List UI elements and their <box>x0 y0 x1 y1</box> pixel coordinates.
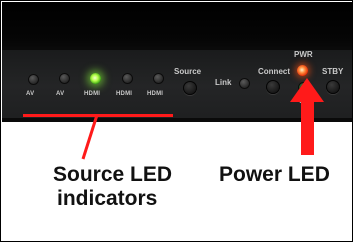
source-label-hdmi-3: HDMI <box>147 91 164 97</box>
source-led-av-1 <box>28 74 39 85</box>
source-label-av-1: AV <box>26 91 35 97</box>
standby-led <box>298 82 309 93</box>
source-label-hdmi-1: HDMI <box>84 91 101 97</box>
stby-label: STBY <box>322 67 344 76</box>
source-button[interactable] <box>183 81 197 95</box>
source-label-hdmi-2: HDMI <box>116 91 133 97</box>
source-led-av-2 <box>59 73 70 84</box>
annotated-photo: AV AV HDMI HDMI HDMI Source Link Connect… <box>0 0 353 242</box>
source-led-hdmi-2 <box>122 73 133 84</box>
standby-button[interactable] <box>326 80 340 94</box>
source-button-label: Source <box>174 67 202 76</box>
source-led-caption-line2: indicators <box>57 187 158 210</box>
pwr-label: PWR <box>294 50 313 59</box>
device-front-panel: AV AV HDMI HDMI HDMI Source Link Connect… <box>2 2 352 122</box>
link-led <box>239 78 250 89</box>
power-led-caption: Power LED <box>219 163 330 186</box>
stby-partial-label: ST <box>299 96 310 105</box>
source-led-hdmi-3 <box>153 73 164 84</box>
source-label-av-2: AV <box>56 91 65 97</box>
power-led <box>297 65 308 76</box>
source-led-hdmi-1-active <box>90 73 101 84</box>
connect-label: Connect <box>258 67 290 76</box>
connect-button[interactable] <box>266 80 280 94</box>
source-led-caption-line1: Source LED <box>53 163 173 186</box>
source-led-bracket-line <box>23 114 173 117</box>
link-label: Link <box>215 78 232 87</box>
